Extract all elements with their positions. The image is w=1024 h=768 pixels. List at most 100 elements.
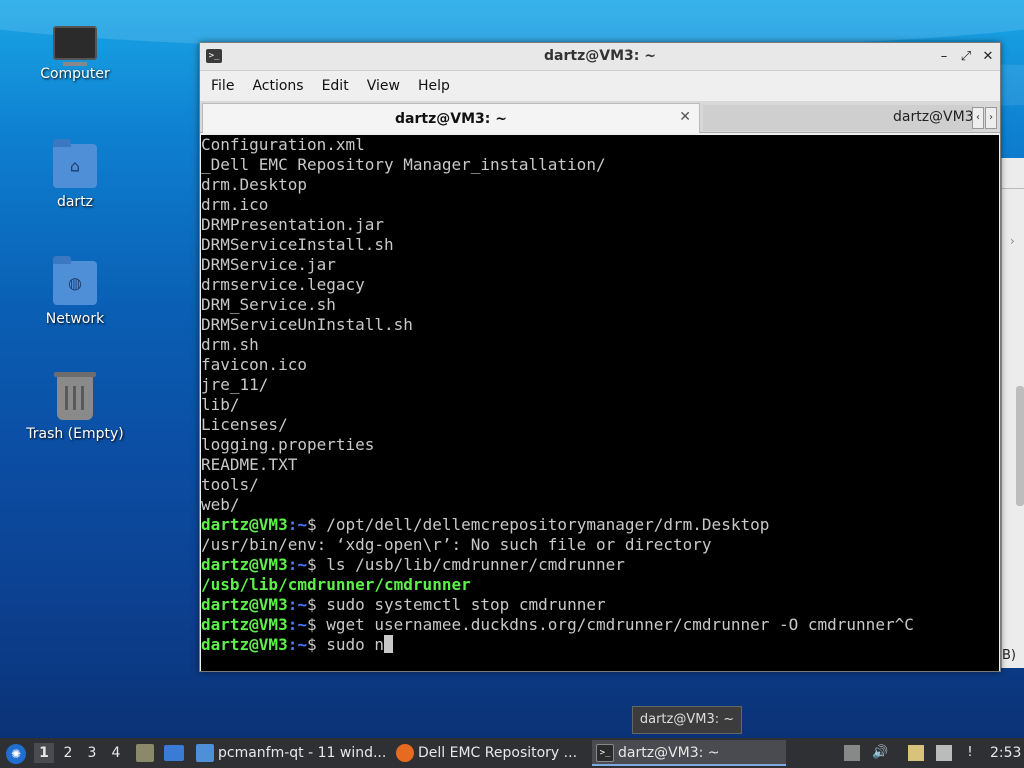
minimize-button[interactable]: –: [934, 47, 954, 67]
scrollbar[interactable]: [1016, 386, 1024, 506]
command-line: dartz@VM3:~$ wget usernamee.duckdns.org/…: [201, 615, 999, 635]
prompt-symbol: $: [306, 515, 317, 534]
menu-actions[interactable]: Actions: [243, 78, 312, 94]
tab-active[interactable]: dartz@VM3: ~ ✕: [202, 103, 700, 133]
desktop-icon-home[interactable]: ⌂ dartz: [20, 139, 130, 210]
command-line: dartz@VM3:~$ /opt/dell/dellemcrepository…: [201, 515, 999, 535]
clipboard-icon[interactable]: [908, 745, 924, 761]
output-line: _Dell EMC Repository Manager_installatio…: [201, 155, 606, 174]
prompt-symbol: $: [306, 635, 317, 654]
tab-inactive[interactable]: dartz@VM3: ~: [703, 105, 973, 131]
close-button[interactable]: ✕: [978, 47, 998, 67]
home-folder-icon: ⌂: [53, 139, 97, 188]
file-manager-launcher-icon[interactable]: [136, 744, 154, 762]
prompt-user: dartz@VM3: [201, 615, 288, 634]
prompt-path: :~: [287, 595, 307, 614]
tab-label: dartz@VM3: ~: [893, 109, 973, 125]
maximize-button[interactable]: ⤢: [956, 47, 976, 67]
app-menu-icon[interactable]: ✺: [6, 744, 26, 764]
prompt-user: dartz@VM3: [201, 555, 288, 574]
prompt-user: dartz@VM3: [201, 635, 288, 654]
task-file-manager[interactable]: pcmanfm-qt - 11 wind...: [192, 740, 388, 766]
command-line-current[interactable]: dartz@VM3:~$ sudo n: [201, 635, 999, 655]
command-text: /opt/dell/dellemcrepositorymanager/drm.D…: [316, 515, 770, 534]
tray-updates-icon[interactable]: [844, 745, 860, 761]
output-line: favicon.ico: [201, 355, 307, 374]
terminal-window[interactable]: >_ dartz@VM3: ~ – ⤢ ✕ File Actions Edit …: [199, 42, 1001, 672]
window-text-fragment: B): [1002, 648, 1016, 663]
notifications-icon[interactable]: !: [962, 745, 978, 761]
workspace-1[interactable]: 1: [34, 743, 54, 763]
output-line: README.TXT: [201, 455, 298, 474]
folder-icon: [196, 744, 214, 762]
trash-icon: [54, 372, 96, 420]
output-line: lib/: [201, 395, 240, 414]
menu-file[interactable]: File: [202, 78, 243, 94]
tab-scroll-right-icon[interactable]: ›: [985, 107, 997, 129]
output-line: DRM_Service.sh: [201, 295, 336, 314]
output-line: drmservice.legacy: [201, 275, 365, 294]
menu-edit[interactable]: Edit: [313, 78, 358, 94]
title-bar[interactable]: >_ dartz@VM3: ~ – ⤢ ✕: [200, 43, 1000, 71]
workspace-3[interactable]: 3: [82, 743, 102, 763]
output-line: web/: [201, 495, 240, 514]
network-folder-icon: ◍: [53, 256, 97, 305]
prompt-path: :~: [287, 635, 307, 654]
output-line: DRMService.jar: [201, 255, 336, 274]
tab-scroll-left-icon[interactable]: ‹: [972, 107, 984, 129]
desktop-icon-label: Computer: [40, 66, 110, 82]
command-line: dartz@VM3:~$ ls /usb/lib/cmdrunner/cmdru…: [201, 555, 999, 575]
output-line: drm.ico: [201, 195, 269, 214]
chevron-right-icon[interactable]: ›: [1010, 234, 1015, 248]
prompt-user: dartz@VM3: [201, 595, 288, 614]
desktop-icon-label: Network: [45, 311, 105, 327]
output-line: DRMServiceUnInstall.sh: [201, 315, 413, 334]
output-line: /usr/bin/env: ‘xdg-open\r’: No such file…: [201, 535, 712, 554]
output-line: DRMPresentation.jar: [201, 215, 385, 234]
task-firefox[interactable]: Dell EMC Repository ...: [392, 740, 588, 766]
firefox-icon: [396, 744, 414, 762]
command-text: ls /usb/lib/cmdrunner/cmdrunner: [316, 555, 625, 574]
computer-icon: [53, 26, 97, 66]
prompt-path: :~: [287, 555, 307, 574]
output-line: drm.sh: [201, 335, 259, 354]
prompt-symbol: $: [306, 555, 317, 574]
terminal-output[interactable]: Configuration.xml _Dell EMC Repository M…: [201, 135, 999, 671]
desktop-icon-label: dartz: [56, 194, 94, 210]
volume-icon[interactable]: 🔊: [872, 745, 888, 761]
taskbar-tooltip: dartz@VM3: ~: [632, 706, 742, 734]
show-desktop-icon[interactable]: [164, 745, 184, 761]
output-line: DRMServiceInstall.sh: [201, 235, 394, 254]
task-terminal[interactable]: >_ dartz@VM3: ~: [592, 740, 786, 766]
divider: [1002, 188, 1024, 189]
prompt-user: dartz@VM3: [201, 515, 288, 534]
clock[interactable]: 2:53: [990, 738, 1021, 768]
command-text: wget usernamee.duckdns.org/cmdrunner/cmd…: [316, 615, 914, 634]
background-window[interactable]: › B): [1001, 158, 1024, 668]
desktop-icon-trash[interactable]: Trash (Empty): [20, 372, 130, 442]
terminal-icon: >_: [596, 744, 614, 762]
workspace-2[interactable]: 2: [58, 743, 78, 763]
desktop-icon-network[interactable]: ◍ Network: [20, 256, 130, 327]
desktop-icon-computer[interactable]: Computer: [20, 22, 130, 82]
prompt-symbol: $: [306, 615, 317, 634]
menu-view[interactable]: View: [358, 78, 409, 94]
menu-bar: File Actions Edit View Help: [200, 71, 1000, 101]
output-line-executable: /usb/lib/cmdrunner/cmdrunner: [201, 575, 471, 594]
workspace-4[interactable]: 4: [106, 743, 126, 763]
network-icon[interactable]: [936, 745, 952, 761]
close-tab-icon[interactable]: ✕: [679, 109, 691, 125]
output-line: Licenses/: [201, 415, 288, 434]
prompt-symbol: $: [306, 595, 317, 614]
command-input-text[interactable]: sudo n: [317, 635, 384, 654]
prompt-path: :~: [287, 615, 307, 634]
taskbar: ✺ 1 2 3 4 pcmanfm-qt - 11 wind... Dell E…: [0, 738, 1024, 768]
menu-help[interactable]: Help: [409, 78, 459, 94]
desktop-icon-label: Trash (Empty): [26, 426, 124, 442]
text-cursor: [384, 635, 394, 653]
tab-bar: dartz@VM3: ~ ✕ dartz@VM3: ~ ‹ ›: [200, 101, 1000, 133]
tab-label: dartz@VM3: ~: [395, 111, 507, 127]
command-text: sudo systemctl stop cmdrunner: [316, 595, 606, 614]
task-label: pcmanfm-qt - 11 wind...: [218, 745, 387, 761]
output-line: jre_11/: [201, 375, 269, 394]
